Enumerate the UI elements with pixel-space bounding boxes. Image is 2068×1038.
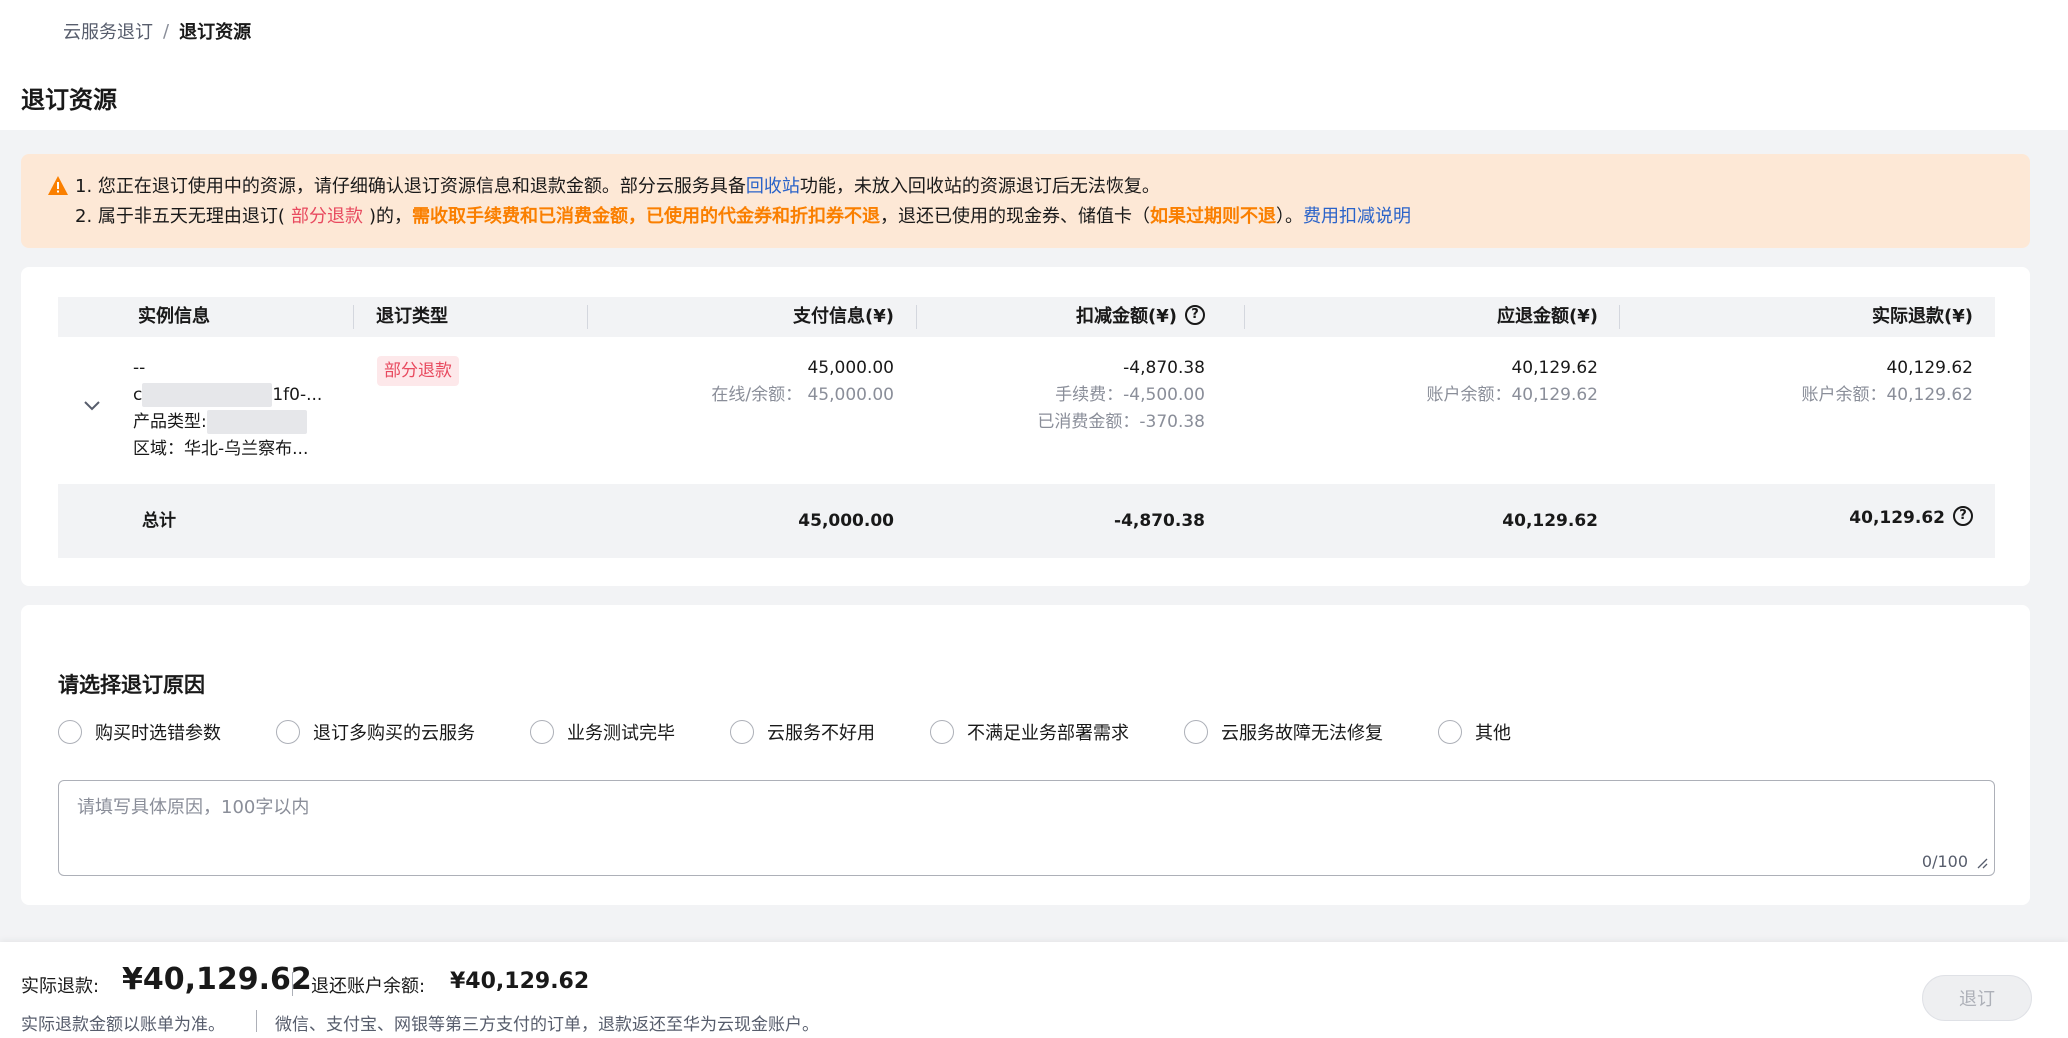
actual-refund-label: 实际退款: (21, 976, 100, 997)
warning-alert: 1. 您正在退订使用中的资源，请仔细确认退订资源信息和退款金额。部分云服务具备回… (21, 154, 2030, 248)
breadcrumb: 云服务退订 / 退订资源 (63, 18, 251, 44)
reason-option[interactable]: 不满足业务部署需求 (930, 719, 1129, 745)
header-deduction: 扣减金额(¥)? (938, 297, 1205, 337)
header-payment: 支付信息(¥) (793, 306, 894, 327)
breadcrumb-current: 退订资源 (179, 22, 252, 43)
total-actual: 40,129.62? (1648, 505, 1973, 532)
resize-handle-icon[interactable] (1976, 857, 1988, 869)
radio-circle[interactable] (1438, 720, 1462, 744)
chevron-down-icon[interactable] (82, 399, 102, 413)
radio-circle[interactable] (730, 720, 754, 744)
total-payment: 45,000.00 (798, 511, 894, 531)
refund-note: 实际退款金额以账单为准。 (21, 1015, 225, 1035)
total-label: 总计 (142, 511, 176, 531)
instance-region: 区域：华北-乌兰察布... (133, 439, 309, 459)
deduction-cell: -4,870.38 手续费：-4,500.00 已消费金额：-370.38 (938, 355, 1205, 436)
table-header: 实例信息 退订类型 支付信息(¥) 扣减金额(¥)? 应退金额(¥) 实际退款(… (58, 297, 1995, 337)
unsubscribe-button[interactable]: 退订 (1922, 975, 2032, 1021)
reason-textarea[interactable] (59, 781, 1994, 875)
refund-table-card: 实例信息 退订类型 支付信息(¥) 扣减金额(¥)? 应退金额(¥) 实际退款(… (21, 267, 2030, 586)
reason-textarea-wrapper: 0/100 (58, 780, 1995, 876)
header-instance: 实例信息 (138, 306, 210, 327)
deduction-consumed: 已消费金额：-370.38 (1037, 412, 1205, 432)
reason-title: 请选择退订原因 (58, 673, 205, 697)
due-amount: 40,129.62 (1511, 358, 1598, 378)
total-row: 总计 45,000.00 -4,870.38 40,129.62 40,129.… (58, 484, 1995, 558)
header-bar: 云服务退订 / 退订资源 退订资源 (0, 0, 2068, 130)
radio-circle[interactable] (530, 720, 554, 744)
recycle-bin-link[interactable]: 回收站 (746, 176, 800, 197)
footer-bar: 实际退款: ¥40,129.62 退还账户余额: ¥40,129.62 实际退款… (0, 942, 2068, 1038)
instance-product-type: 产品类型: (133, 409, 322, 436)
actual-amount: 40,129.62 (1886, 358, 1973, 378)
warning-icon (48, 176, 68, 195)
page-title: 退订资源 (21, 86, 117, 114)
due-cell: 40,129.62 账户余额：40,129.62 (1268, 355, 1598, 409)
radio-circle[interactable] (1184, 720, 1208, 744)
actual-refund-amount: ¥40,129.62 (122, 962, 312, 997)
payment-amount: 45,000.00 (807, 358, 894, 378)
radio-circle[interactable] (276, 720, 300, 744)
payment-online-balance: 在线/余额： 45,000.00 (711, 385, 894, 405)
breadcrumb-root-link[interactable]: 云服务退订 (63, 18, 153, 44)
partial-refund-tag: 部分退款 (290, 206, 363, 227)
breadcrumb-separator: / (163, 20, 170, 42)
reason-option[interactable]: 退订多购买的云服务 (276, 719, 475, 745)
reason-option[interactable]: 购买时选错参数 (58, 719, 221, 745)
total-due: 40,129.62 (1502, 511, 1598, 531)
header-type: 退订类型 (376, 306, 448, 327)
reason-card: 请选择退订原因 购买时选错参数 退订多购买的云服务 业务测试完毕 云服务不好用 … (21, 605, 2030, 905)
alert-line-2: 2. 属于非五天无理由退订(部分退款)的，需收取手续费和已消费金额，已使用的代金… (49, 202, 2030, 232)
actual-balance: 账户余额：40,129.62 (1801, 385, 1973, 405)
radio-circle[interactable] (58, 720, 82, 744)
reason-option[interactable]: 其他 (1438, 719, 1511, 745)
char-counter: 0/100 (1921, 852, 1968, 871)
reason-option[interactable]: 业务测试完毕 (530, 719, 675, 745)
deduction-amount: -4,870.38 (1123, 358, 1205, 378)
reason-option[interactable]: 云服务不好用 (730, 719, 875, 745)
instance-info: -- c 1f0-... 产品类型: 区域：华北-乌兰察布... (133, 355, 322, 463)
fee-deduction-link[interactable]: 费用扣减说明 (1303, 206, 1411, 227)
help-icon[interactable]: ? (1185, 305, 1205, 325)
deduction-fee: 手续费：-4,500.00 (1055, 385, 1205, 405)
balance-refund-label: 退还账户余额: (311, 976, 426, 997)
reason-options: 购买时选错参数 退订多购买的云服务 业务测试完毕 云服务不好用 不满足业务部署需… (58, 719, 1566, 745)
help-icon[interactable]: ? (1953, 506, 1973, 526)
third-party-note: 微信、支付宝、网银等第三方支付的订单，退款返还至华为云现金账户。 (275, 1015, 819, 1035)
actual-cell: 40,129.62 账户余额：40,129.62 (1648, 355, 1973, 409)
due-balance: 账户余额：40,129.62 (1426, 385, 1598, 405)
header-actual: 实际退款(¥) (1872, 306, 1973, 327)
balance-refund-amount: ¥40,129.62 (450, 969, 590, 994)
radio-circle[interactable] (930, 720, 954, 744)
instance-name: -- (133, 358, 146, 378)
refund-type-tag: 部分退款 (377, 356, 459, 386)
reason-option[interactable]: 云服务故障无法修复 (1184, 719, 1383, 745)
total-deduction: -4,870.38 (1114, 511, 1205, 531)
alert-line-1: 1. 您正在退订使用中的资源，请仔细确认退订资源信息和退款金额。部分云服务具备回… (75, 176, 1160, 197)
header-due: 应退金额(¥) (1497, 306, 1598, 327)
instance-id: c 1f0-... (133, 383, 323, 407)
payment-cell: 45,000.00 在线/余额： 45,000.00 (618, 355, 894, 409)
